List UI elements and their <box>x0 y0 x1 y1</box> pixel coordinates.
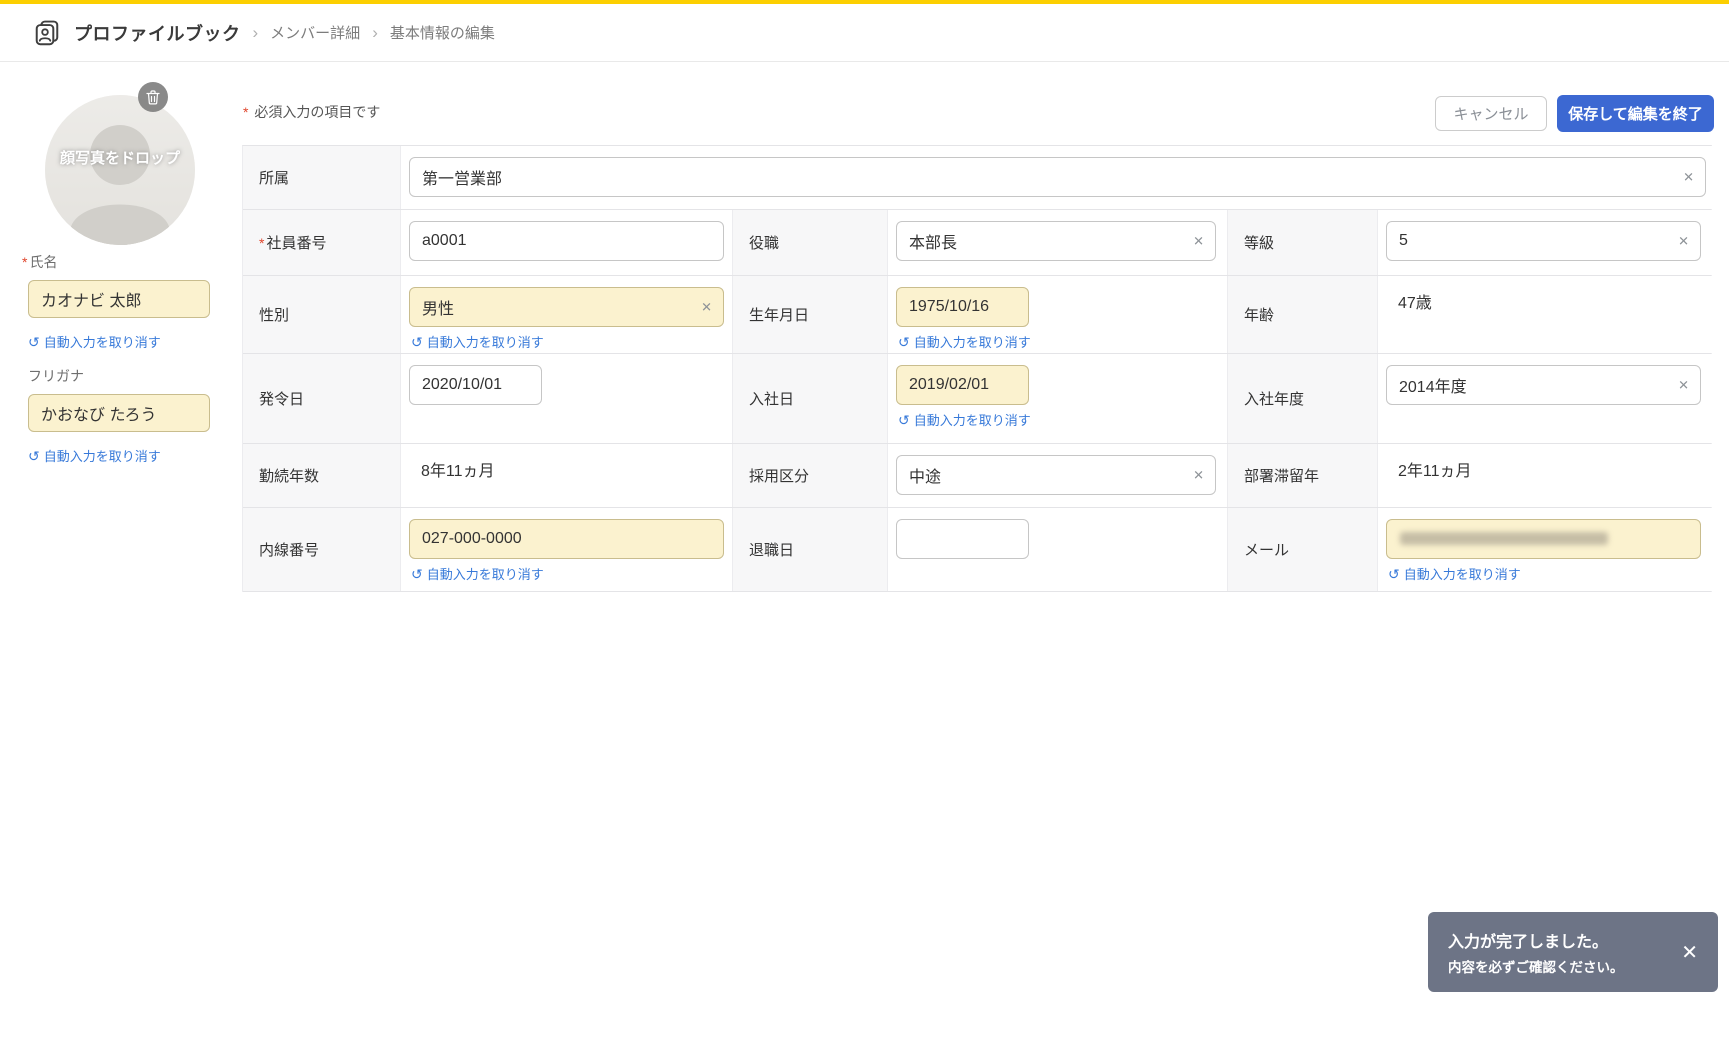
clear-icon[interactable]: ✕ <box>1193 469 1204 482</box>
clear-icon[interactable]: ✕ <box>1678 235 1689 248</box>
birthdate-label: 生年月日 <box>733 276 888 353</box>
clear-icon[interactable]: ✕ <box>1678 379 1689 392</box>
undo-autofill-gender-link[interactable]: ↺自動入力を取り消す <box>411 332 725 351</box>
required-note: * 必須入力の項目です <box>243 102 380 122</box>
form-row-employee: *社員番号 役職 ✕ 等級 ✕ <box>243 210 1711 276</box>
position-label: 役職 <box>733 210 888 275</box>
photo-drop-label: 顔写真をドロップ <box>45 147 195 168</box>
hire-year-input[interactable] <box>1386 365 1701 405</box>
birthdate-input[interactable] <box>896 287 1029 327</box>
toast-title: 入力が完了しました。 <box>1448 928 1677 952</box>
cancel-button[interactable]: キャンセル <box>1435 96 1547 131</box>
undo-icon: ↺ <box>28 449 40 463</box>
profile-photo-dropzone[interactable]: 顔写真をドロップ <box>45 95 195 245</box>
breadcrumb-root[interactable]: プロファイルブック <box>74 20 241 46</box>
photo-wash-overlay <box>45 95 195 245</box>
required-mark: * <box>259 235 264 251</box>
department-input[interactable] <box>409 157 1706 197</box>
clear-icon[interactable]: ✕ <box>701 301 712 314</box>
grade-input[interactable] <box>1386 221 1701 261</box>
breadcrumb-member-detail[interactable]: メンバー詳細 <box>270 22 360 43</box>
recruitment-type-input[interactable] <box>896 455 1216 495</box>
page: プロファイルブック › メンバー詳細 › 基本情報の編集 顔写真をドロップ *氏… <box>0 0 1729 1045</box>
header: プロファイルブック › メンバー詳細 › 基本情報の編集 <box>0 4 1729 62</box>
clear-icon[interactable]: ✕ <box>1193 235 1204 248</box>
email-label: メール <box>1228 508 1378 591</box>
department-stay-label: 部署滞留年 <box>1228 444 1378 507</box>
undo-icon: ↺ <box>411 567 423 581</box>
position-input[interactable] <box>896 221 1216 261</box>
undo-autofill-extension-link[interactable]: ↺自動入力を取り消す <box>411 564 725 583</box>
hire-year-label: 入社年度 <box>1228 354 1378 443</box>
years-of-service-label: 勤続年数 <box>243 444 401 507</box>
breadcrumb-separator: › <box>253 23 259 43</box>
department-label: 所属 <box>243 146 401 209</box>
name-field-label: *氏名 <box>22 252 57 272</box>
kana-field-label: フリガナ <box>28 366 84 386</box>
undo-autofill-birthdate-link[interactable]: ↺自動入力を取り消す <box>898 332 1220 351</box>
profile-book-icon <box>32 18 62 48</box>
kana-input[interactable] <box>28 394 210 432</box>
undo-autofill-kana-link[interactable]: ↺自動入力を取り消す <box>28 446 161 465</box>
form-row-birth: 性別 ✕ ↺自動入力を取り消す 生年月日 ↺自動入力を取り消す 年齢 47歳 <box>243 276 1711 354</box>
retirement-date-label: 退職日 <box>733 508 888 591</box>
hire-date-label: 入社日 <box>733 354 888 443</box>
undo-icon: ↺ <box>898 335 910 349</box>
hire-date-input[interactable] <box>896 365 1029 405</box>
breadcrumb-separator: › <box>372 23 378 43</box>
extension-number-input[interactable] <box>409 519 724 559</box>
age-value: 47歳 <box>1386 287 1706 313</box>
gender-label: 性別 <box>243 276 401 353</box>
form-row-tenure: 勤続年数 8年11ヵ月 採用区分 ✕ 部署滞留年 2年11ヵ月 <box>243 444 1711 508</box>
undo-autofill-name-link[interactable]: ↺自動入力を取り消す <box>28 332 161 351</box>
undo-icon: ↺ <box>1388 567 1400 581</box>
employee-number-label: *社員番号 <box>243 210 401 275</box>
form-row-contact: 内線番号 ↺自動入力を取り消す 退職日 メール ↺自動入力を取り消す <box>243 508 1711 592</box>
appointment-date-input[interactable] <box>409 365 542 405</box>
toast-message: 内容を必ずご確認ください。 <box>1448 956 1677 976</box>
appointment-date-label: 発令日 <box>243 354 401 443</box>
name-input[interactable] <box>28 280 210 318</box>
gender-input[interactable] <box>409 287 724 327</box>
toast-notification: 入力が完了しました。 内容を必ずご確認ください。 ✕ <box>1428 912 1718 992</box>
breadcrumb-current: 基本情報の編集 <box>390 22 495 43</box>
basic-info-form: 所属 ✕ *社員番号 役職 ✕ 等級 <box>242 145 1712 592</box>
redacted-email-blur <box>1400 532 1608 545</box>
undo-autofill-email-link[interactable]: ↺自動入力を取り消す <box>1388 564 1706 583</box>
required-mark: * <box>22 254 27 270</box>
undo-icon: ↺ <box>28 335 40 349</box>
clear-icon[interactable]: ✕ <box>1683 171 1694 184</box>
recruitment-type-label: 採用区分 <box>733 444 888 507</box>
undo-icon: ↺ <box>898 413 910 427</box>
retirement-date-input[interactable] <box>896 519 1029 559</box>
undo-icon: ↺ <box>411 335 423 349</box>
trash-icon <box>146 90 160 105</box>
employee-number-input[interactable] <box>409 221 724 261</box>
grade-label: 等級 <box>1228 210 1378 275</box>
department-stay-value: 2年11ヵ月 <box>1386 455 1706 481</box>
delete-photo-button[interactable] <box>138 82 168 112</box>
years-of-service-value: 8年11ヵ月 <box>409 455 725 481</box>
form-row-department: 所属 ✕ <box>243 146 1711 210</box>
form-row-dates: 発令日 入社日 ↺自動入力を取り消す 入社年度 ✕ <box>243 354 1711 444</box>
save-and-finish-button[interactable]: 保存して編集を終了 <box>1557 95 1714 132</box>
toast-close-icon[interactable]: ✕ <box>1677 936 1702 969</box>
undo-autofill-hire-date-link[interactable]: ↺自動入力を取り消す <box>898 410 1220 429</box>
extension-number-label: 内線番号 <box>243 508 401 591</box>
age-label: 年齢 <box>1228 276 1378 353</box>
